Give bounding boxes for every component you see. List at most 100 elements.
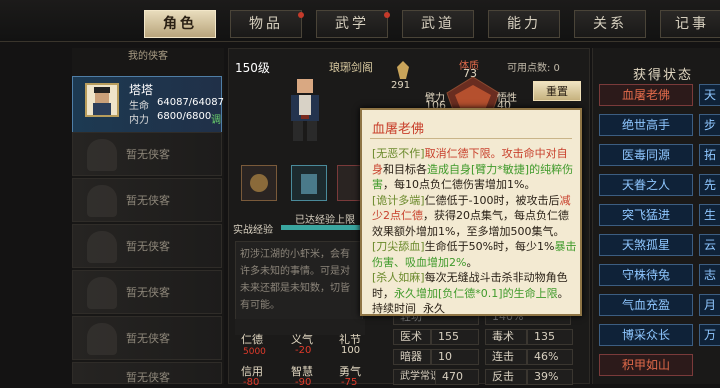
status-tooltip: 血屠老佛 [无恶不作]取消仁德下限。攻击命中对自身和目标各造成自身[臂力*敏捷]…	[360, 108, 582, 316]
equip-slot-3[interactable]	[337, 165, 361, 201]
rank-value: 291	[391, 80, 411, 91]
mp-value: 6800/6800	[157, 111, 212, 122]
effect-text: 永久增加[负仁德*0.1]的生命上限	[394, 286, 558, 300]
status-badge[interactable]: 气血充盈	[599, 294, 693, 316]
companion-name: 塔塔	[129, 83, 154, 97]
status-badge[interactable]: 积甲如山	[599, 354, 693, 376]
companion-slot-empty[interactable]: 暂无侠客	[72, 224, 222, 268]
empty-slot-label: 暂无侠客	[126, 194, 170, 207]
available-points: 可用点数: 0	[507, 63, 560, 74]
status-badge-side[interactable]: 万	[699, 324, 720, 346]
exp-label: 实战经验	[233, 225, 273, 236]
virtue-value: -80	[243, 377, 260, 388]
status-badge[interactable]: 血屠老佛	[599, 84, 693, 106]
empty-slot-label: 暂无侠客	[126, 332, 170, 345]
effect-text: 。	[466, 255, 478, 269]
effect-name: [无恶不作]	[372, 147, 425, 160]
skill-value: 135	[527, 329, 573, 345]
status-badge-side[interactable]: 拓	[699, 144, 720, 166]
status-badge-side[interactable]: 步	[699, 114, 720, 136]
effect-text: 生命低于50%时，每少1%	[424, 240, 555, 253]
virtue-value: 5000	[243, 347, 266, 357]
skill-value: 39%	[527, 369, 573, 385]
status-badge[interactable]: 突飞猛进	[599, 204, 693, 226]
effect-text: 取消仁德下限。攻击命中对	[424, 147, 557, 160]
skill-value: 10	[431, 349, 479, 365]
skill-label: 反击	[485, 369, 527, 385]
tab-relations[interactable]: 关系	[574, 10, 646, 38]
status-badge[interactable]: 绝世高手	[599, 114, 693, 136]
status-badge-side[interactable]: 生	[699, 204, 720, 226]
duration-value: 永久	[423, 302, 445, 315]
virtue-value: -90	[295, 377, 312, 388]
reset-button[interactable]: 重置	[533, 81, 581, 101]
status-badge-side[interactable]: 志	[699, 264, 720, 286]
companion-list: 我的侠客 塔塔 生命 64087/64087 内力 6800/6800 调 暂无…	[72, 48, 224, 384]
status-badge-side[interactable]: 云	[699, 234, 720, 256]
status-badge-side[interactable]: 天	[699, 84, 720, 106]
character-portrait-icon	[93, 87, 111, 115]
companion-slot-empty[interactable]: 暂无侠客	[72, 178, 222, 222]
character-bio: 初涉江湖的小虾米，会有许多未知的事情。可是对未来还都是未知数，切皆有可能。	[235, 241, 363, 327]
status-badge[interactable]: 天眷之人	[599, 174, 693, 196]
top-tab-bar: 角色 物品 武学 武道 能力 关系 记事	[0, 0, 720, 42]
notification-dot	[384, 12, 390, 18]
tab-items[interactable]: 物品	[230, 10, 302, 38]
skill-label: 连击	[485, 349, 527, 365]
skill-label: 暗器	[393, 349, 431, 365]
skill-value: 46%	[527, 349, 573, 365]
tooltip-divider	[370, 138, 572, 139]
virtue-value: -75	[341, 377, 358, 388]
avatar	[85, 83, 119, 117]
hp-label: 生命	[129, 101, 149, 112]
effect-name: [诡计多端]	[372, 193, 425, 207]
hp-value: 64087/64087	[157, 97, 224, 108]
skill-value: 470	[435, 369, 479, 385]
status-badge[interactable]: 天煞孤星	[599, 234, 693, 256]
equipment-item-icon	[250, 174, 268, 192]
equip-slot-2[interactable]	[291, 165, 327, 201]
mp-label: 内力	[129, 115, 149, 126]
virtue-value: 100	[341, 345, 361, 356]
status-panel-header: 获得状态	[633, 68, 694, 83]
empty-slot-label: 暂无侠客	[126, 286, 170, 299]
status-panel: 获得状态 血屠老佛 天 绝世高手 步 医毒同源 拓 天眷之人 先 突飞猛进 生 …	[592, 48, 720, 384]
tooltip-body: [无恶不作]取消仁德下限。攻击命中对自身和目标各造成自身[臂力*敏捷]的纯粹伤害…	[372, 146, 578, 317]
effect-name: [刀尖舔血]	[372, 240, 425, 253]
empty-slot-label: 暂无侠客	[126, 371, 170, 384]
companion-slot-empty[interactable]: 暂无侠客	[72, 270, 222, 314]
tab-journal[interactable]: 记事	[660, 10, 720, 38]
empty-slot-label: 暂无侠客	[126, 240, 170, 253]
companion-slot-empty[interactable]: 暂无侠客	[72, 316, 222, 360]
tooltip-title: 血屠老佛	[372, 122, 425, 137]
companion-list-header: 我的侠客	[128, 51, 168, 62]
sect-title: 琅琊剑阁	[329, 61, 373, 74]
notification-dot	[298, 12, 304, 18]
character-sprite-icon	[291, 73, 319, 141]
status-badge-side[interactable]: 先	[699, 174, 720, 196]
tab-abilities[interactable]: 能力	[488, 10, 560, 38]
effect-name: [杀人如麻]	[372, 271, 425, 284]
status-badge[interactable]: 医毒同源	[599, 144, 693, 166]
skill-label: 医术	[393, 329, 431, 345]
companion-slot-empty[interactable]: 暂无侠客	[72, 362, 222, 384]
exp-text: 已达经验上限	[295, 215, 355, 226]
status-badge-side[interactable]: 月	[699, 294, 720, 316]
skill-label: 毒术	[485, 329, 527, 345]
tab-character[interactable]: 角色	[144, 10, 216, 38]
tab-wudao[interactable]: 武道	[402, 10, 474, 38]
effect-text: 仁德低于-100时，被攻击后	[424, 193, 560, 207]
equip-slot-1[interactable]	[241, 165, 277, 201]
virtue-value: -20	[295, 345, 312, 356]
status-badge[interactable]: 守株待兔	[599, 264, 693, 286]
companion-slot-empty[interactable]: 暂无侠客	[72, 132, 222, 176]
stat-tizhi-value: 73	[463, 67, 477, 80]
empty-slot-label: 暂无侠客	[126, 148, 170, 161]
skill-value: 155	[431, 329, 479, 345]
companion-slot-selected[interactable]: 塔塔 生命 64087/64087 内力 6800/6800 调	[72, 76, 224, 136]
tab-martial-arts[interactable]: 武学	[316, 10, 388, 38]
status-badge[interactable]: 博采众长	[599, 324, 693, 346]
effect-text: ，每10点负仁德伤害增加1%。	[383, 178, 536, 191]
effect-text: 和目标各	[383, 162, 427, 176]
virtue-label: 仁德	[241, 333, 263, 346]
